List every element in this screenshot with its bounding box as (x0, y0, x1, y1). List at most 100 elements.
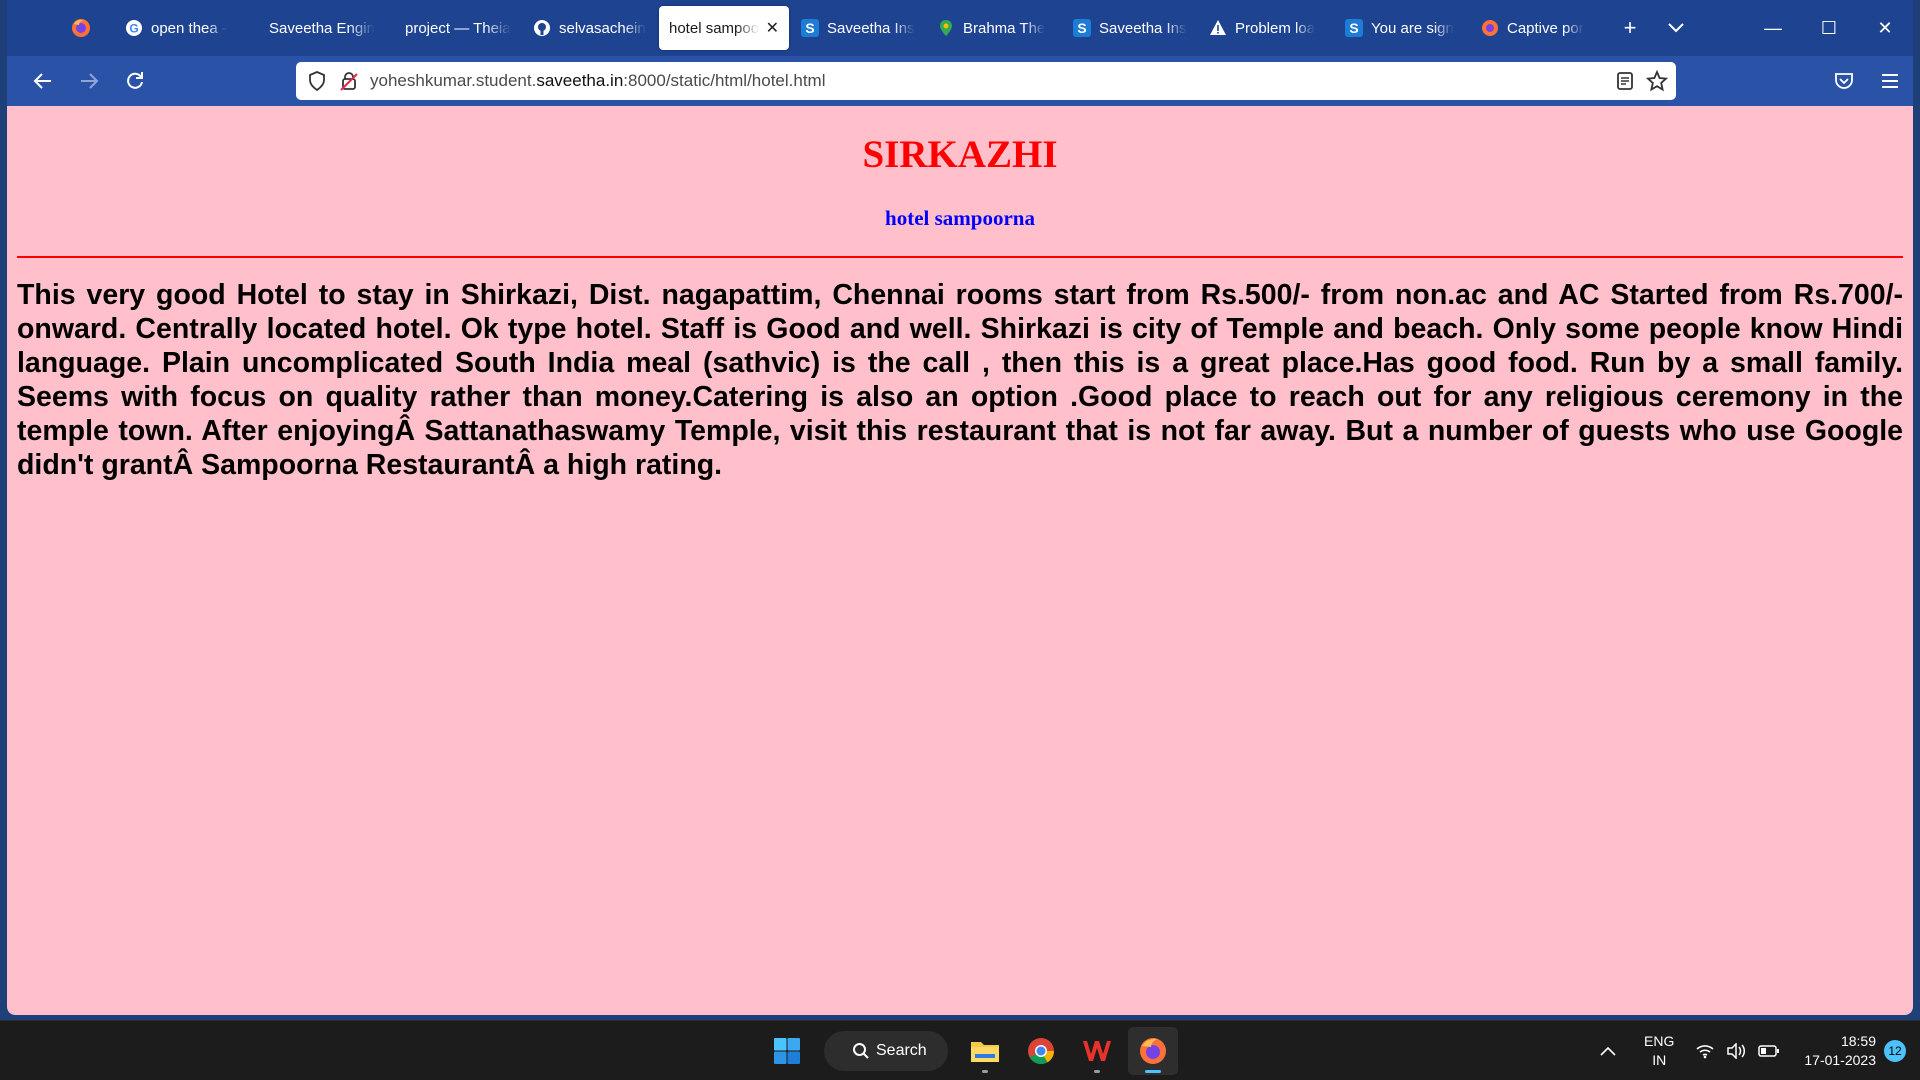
page-content: SIRKAZHI hotel sampoorna This very good … (7, 106, 1913, 1015)
browser-window: G open thea - Saveetha Engine project — … (7, 0, 1913, 1015)
tab-label: You are sign (1371, 19, 1454, 37)
google-icon: G (125, 19, 143, 37)
tab-9[interactable]: Problem loa (1199, 6, 1333, 50)
toolbar-right (1821, 56, 1913, 106)
firefox-icon (72, 19, 90, 37)
wps-office-button[interactable] (1072, 1027, 1122, 1075)
tab-7[interactable]: Brahma The (927, 6, 1061, 50)
search-label: Search (876, 1042, 927, 1059)
volume-icon[interactable] (1726, 1043, 1746, 1059)
active-indicator (1145, 1070, 1161, 1073)
window-controls: — ☐ ✕ (1745, 0, 1913, 56)
back-button[interactable] (21, 61, 65, 101)
page-heading: SIRKAZHI (862, 133, 1058, 176)
battery-icon[interactable] (1758, 1044, 1780, 1058)
menu-button[interactable] (1867, 61, 1913, 101)
notification-badge[interactable]: 12 (1884, 1040, 1906, 1062)
tab-label: selvasachein (559, 19, 646, 37)
tab-label: Brahma The (963, 19, 1046, 37)
tab-11[interactable]: Captive por (1471, 6, 1605, 50)
tab-label: Saveetha Ins (1099, 19, 1187, 37)
chevron-up-icon (1600, 1046, 1616, 1056)
pocket-button[interactable] (1821, 61, 1867, 101)
warning-icon (1209, 19, 1227, 37)
lang-line1: ENG (1644, 1033, 1675, 1049)
chrome-icon (1028, 1038, 1055, 1065)
tab-3[interactable]: project — Theia (387, 6, 521, 50)
horizontal-rule (17, 256, 1903, 258)
taskbar-search[interactable]: Search (824, 1031, 948, 1071)
close-tab-icon[interactable]: ✕ (766, 18, 779, 38)
windows-start-icon (774, 1038, 800, 1064)
system-tray: ENG IN 18:59 17-01-2023 12 (1594, 1021, 1920, 1080)
github-icon (533, 19, 551, 37)
forward-button[interactable] (67, 61, 111, 101)
show-hidden-icons-button[interactable] (1600, 1046, 1616, 1056)
list-all-tabs-button[interactable] (1653, 8, 1699, 48)
saveetha-s-icon: S (801, 19, 819, 37)
tab-label: Saveetha Ins (827, 19, 915, 37)
start-button[interactable] (762, 1027, 812, 1075)
maximize-icon: ☐ (1820, 17, 1838, 38)
search-icon (853, 1043, 869, 1059)
close-icon: ✕ (1877, 17, 1893, 38)
tab-label: Saveetha Engine (269, 19, 375, 37)
folder-icon (971, 1042, 999, 1062)
reader-view-icon[interactable] (1616, 71, 1634, 91)
taskbar-apps: Search (762, 1021, 1178, 1080)
tab-strip: G open thea - Saveetha Engine project — … (7, 0, 1913, 56)
tab-label: Problem loa (1235, 19, 1316, 37)
new-tab-button[interactable]: + (1607, 8, 1653, 48)
clock-time: 18:59 (1840, 1033, 1876, 1049)
url-text[interactable]: yoheshkumar.student.saveetha.in:8000/sta… (370, 71, 826, 91)
taskbar: Search ENG IN 18:59 17-01-2023 12 (0, 1020, 1920, 1080)
wifi-icon[interactable] (1696, 1043, 1714, 1059)
maps-pin-icon (937, 19, 955, 37)
page-subheading: hotel sampoorna (885, 206, 1035, 230)
clock[interactable]: 18:59 17-01-2023 (1804, 1032, 1876, 1070)
firefox-taskbar-button[interactable] (1128, 1027, 1178, 1075)
url-domain: saveetha.in (536, 71, 624, 90)
chrome-button[interactable] (1016, 1027, 1066, 1075)
url-suffix: :8000/static/html/hotel.html (623, 71, 826, 90)
tab-1[interactable]: G open thea - (115, 6, 249, 50)
tab-8[interactable]: S Saveetha Ins (1063, 6, 1197, 50)
maximize-button[interactable]: ☐ (1801, 0, 1857, 56)
firefox-view-button[interactable] (54, 8, 108, 48)
file-explorer-button[interactable] (960, 1027, 1010, 1075)
saveetha-s-icon: S (1345, 19, 1363, 37)
reload-button[interactable] (113, 61, 157, 101)
url-prefix: yoheshkumar.student. (370, 71, 537, 90)
forward-arrow-icon (81, 73, 99, 89)
tab-label: hotel sampoo (669, 19, 760, 37)
shield-icon[interactable] (308, 71, 326, 91)
address-bar[interactable]: yoheshkumar.student.saveetha.in:8000/sta… (296, 62, 1676, 100)
tab-active-hotel[interactable]: hotel sampoo ✕ (659, 6, 789, 50)
tab-label: Captive por (1507, 19, 1584, 37)
chevron-down-icon (1668, 23, 1684, 33)
tab-2[interactable]: Saveetha Engine (251, 6, 385, 50)
running-indicator (982, 1070, 988, 1073)
url-actions (1616, 62, 1668, 100)
minimize-icon: — (1764, 17, 1782, 38)
minimize-button[interactable]: — (1745, 0, 1801, 56)
back-arrow-icon (33, 73, 51, 89)
saveetha-s-icon: S (1073, 19, 1091, 37)
hotel-description: This very good Hotel to stay in Shirkazi… (17, 279, 1903, 481)
tab-10[interactable]: S You are sign (1335, 6, 1469, 50)
clock-date: 17-01-2023 (1804, 1052, 1876, 1068)
tab-4[interactable]: selvasachein (523, 6, 657, 50)
firefox-icon (1140, 1038, 1166, 1064)
tab-label: open thea - (151, 19, 227, 37)
lang-line2: IN (1652, 1052, 1667, 1068)
firefox-icon (1481, 19, 1499, 37)
language-indicator[interactable]: ENG IN (1644, 1032, 1674, 1070)
tab-6[interactable]: S Saveetha Ins (791, 6, 925, 50)
insecure-lock-icon[interactable] (340, 71, 358, 91)
running-indicator (1094, 1070, 1100, 1073)
close-window-button[interactable]: ✕ (1857, 0, 1913, 56)
navigation-bar: yoheshkumar.student.saveetha.in:8000/sta… (7, 56, 1913, 106)
hamburger-menu-icon (1882, 74, 1898, 88)
pocket-icon (1835, 73, 1853, 89)
bookmark-star-icon[interactable] (1646, 70, 1668, 92)
